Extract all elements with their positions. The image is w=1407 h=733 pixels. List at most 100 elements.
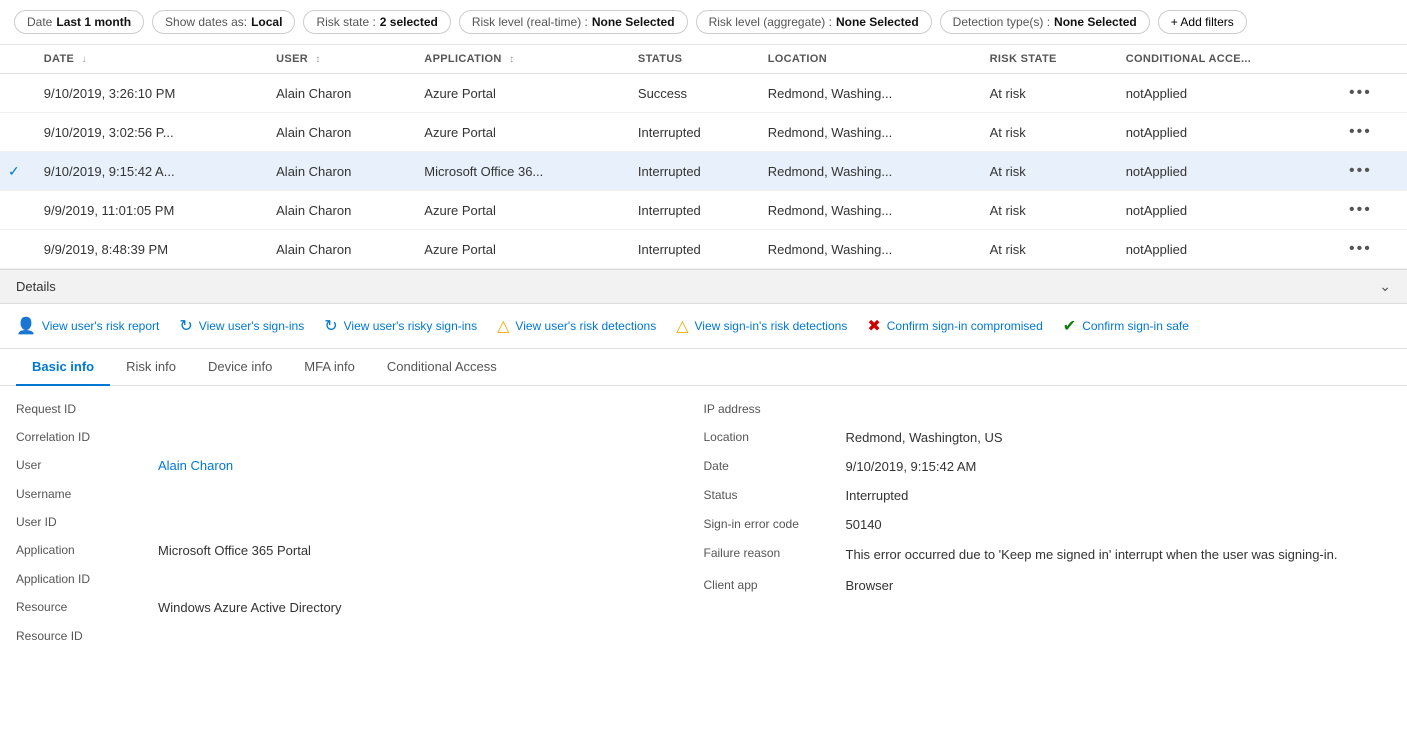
action-user-risky-signins-label: View user's risky sign-ins [344,319,477,333]
filter-realtime-value: None Selected [592,15,675,29]
table-row[interactable]: 9/9/2019, 8:48:39 PMAlain CharonAzure Po… [0,230,1407,269]
row-date: 9/9/2019, 11:01:05 PM [32,191,264,230]
detail-row-status: Status Interrupted [704,488,1392,503]
details-header[interactable]: Details ⌄ [0,269,1407,304]
col-check [0,45,32,74]
row-conditional-access: notApplied [1114,113,1337,152]
row-risk-state: At risk [978,74,1114,113]
col-status: STATUS [626,45,756,74]
action-confirm-compromised[interactable]: ✖ Confirm sign-in compromised [867,316,1042,336]
row-location: Redmond, Washing... [756,152,978,191]
detail-row-username: Username [16,487,704,501]
filter-date[interactable]: Date Last 1 month [14,10,144,34]
action-user-signins[interactable]: ↻ View user's sign-ins [179,316,304,336]
value-resource: Windows Azure Active Directory [158,600,342,615]
action-user-risk-detections[interactable]: △ View user's risk detections [497,316,656,336]
more-button[interactable]: ••• [1349,240,1372,258]
col-conditional-access: CONDITIONAL ACCE... [1114,45,1337,74]
filter-risk-level-aggregate[interactable]: Risk level (aggregate) : None Selected [696,10,932,34]
detail-row-user: User Alain Charon [16,458,704,473]
add-filters-button[interactable]: + Add filters [1158,10,1247,34]
label-failure-reason: Failure reason [704,546,834,560]
row-more-cell: ••• [1337,191,1407,230]
more-button[interactable]: ••• [1349,84,1372,102]
label-username: Username [16,487,146,501]
chevron-down-icon: ⌄ [1379,278,1391,295]
details-header-label: Details [16,279,56,294]
filter-riskstate-value: 2 selected [380,15,438,29]
action-user-risk-report[interactable]: 👤 View user's risk report [16,316,159,336]
filter-aggregate-key: Risk level (aggregate) : [709,15,832,29]
value-error-code: 50140 [846,517,882,532]
detail-row-correlation-id: Correlation ID [16,430,704,444]
row-location: Redmond, Washing... [756,74,978,113]
detail-row-request-id: Request ID [16,402,704,416]
label-date: Date [704,459,834,473]
filter-risk-state[interactable]: Risk state : 2 selected [303,10,450,34]
action-confirm-safe-label: Confirm sign-in safe [1082,319,1189,333]
value-date: 9/10/2019, 9:15:42 AM [846,459,977,474]
label-application-id: Application ID [16,572,146,586]
table-row[interactable]: ✓9/10/2019, 9:15:42 A...Alain CharonMicr… [0,152,1407,191]
signin-risk-detections-icon: △ [676,316,688,336]
action-user-risk-detections-label: View user's risk detections [515,319,656,333]
action-user-risk-report-label: View user's risk report [42,319,159,333]
value-user[interactable]: Alain Charon [158,458,233,473]
detail-right-col: IP address Location Redmond, Washington,… [704,402,1392,643]
detail-row-application-id: Application ID [16,572,704,586]
detail-row-resource: Resource Windows Azure Active Directory [16,600,704,615]
tab-conditional-access[interactable]: Conditional Access [371,349,513,386]
tab-risk-info[interactable]: Risk info [110,349,192,386]
row-check-cell: ✓ [0,152,32,191]
filter-risk-level-realtime[interactable]: Risk level (real-time) : None Selected [459,10,688,34]
row-more-cell: ••• [1337,74,1407,113]
row-risk-state: At risk [978,230,1114,269]
row-user: Alain Charon [264,230,412,269]
sort-date-icon: ↓ [82,54,87,65]
col-date[interactable]: DATE ↓ [32,45,264,74]
value-client-app: Browser [846,578,894,593]
detail-left-col: Request ID Correlation ID User Alain Cha… [16,402,704,643]
more-button[interactable]: ••• [1349,201,1372,219]
label-user: User [16,458,146,472]
details-content: Request ID Correlation ID User Alain Cha… [0,386,1407,643]
tab-basic-info[interactable]: Basic info [16,349,110,386]
user-risk-detections-icon: △ [497,316,509,336]
more-button[interactable]: ••• [1349,162,1372,180]
sign-ins-table-container: DATE ↓ USER ↕ APPLICATION ↕ STATUS LOCAT… [0,45,1407,269]
confirm-compromised-icon: ✖ [867,316,880,336]
detail-row-failure-reason: Failure reason This error occurred due t… [704,546,1392,564]
row-conditional-access: notApplied [1114,74,1337,113]
label-request-id: Request ID [16,402,146,416]
row-application: Azure Portal [412,74,626,113]
label-correlation-id: Correlation ID [16,430,146,444]
row-application: Azure Portal [412,113,626,152]
filter-detection-types[interactable]: Detection type(s) : None Selected [940,10,1150,34]
filter-show-dates[interactable]: Show dates as: Local [152,10,295,34]
row-application: Microsoft Office 36... [412,152,626,191]
action-confirm-safe[interactable]: ✔ Confirm sign-in safe [1063,316,1189,336]
label-ip-address: IP address [704,402,834,416]
col-risk-state: RISK STATE [978,45,1114,74]
row-status: Interrupted [626,152,756,191]
row-status: Interrupted [626,113,756,152]
user-risk-report-icon: 👤 [16,316,36,336]
table-row[interactable]: 9/10/2019, 3:26:10 PMAlain CharonAzure P… [0,74,1407,113]
table-row[interactable]: 9/9/2019, 11:01:05 PMAlain CharonAzure P… [0,191,1407,230]
action-user-risky-signins[interactable]: ↻ View user's risky sign-ins [324,316,477,336]
row-date: 9/10/2019, 9:15:42 A... [32,152,264,191]
more-button[interactable]: ••• [1349,123,1372,141]
table-row[interactable]: 9/10/2019, 3:02:56 P...Alain CharonAzure… [0,113,1407,152]
tab-mfa-info[interactable]: MFA info [288,349,371,386]
label-application: Application [16,543,146,557]
detail-row-date: Date 9/10/2019, 9:15:42 AM [704,459,1392,474]
row-check-cell [0,74,32,113]
tab-device-info[interactable]: Device info [192,349,288,386]
row-check-cell [0,191,32,230]
row-user: Alain Charon [264,74,412,113]
row-status: Interrupted [626,230,756,269]
add-filters-label: + Add filters [1171,15,1234,29]
action-signin-risk-detections[interactable]: △ View sign-in's risk detections [676,316,847,336]
col-user[interactable]: USER ↕ [264,45,412,74]
col-application[interactable]: APPLICATION ↕ [412,45,626,74]
